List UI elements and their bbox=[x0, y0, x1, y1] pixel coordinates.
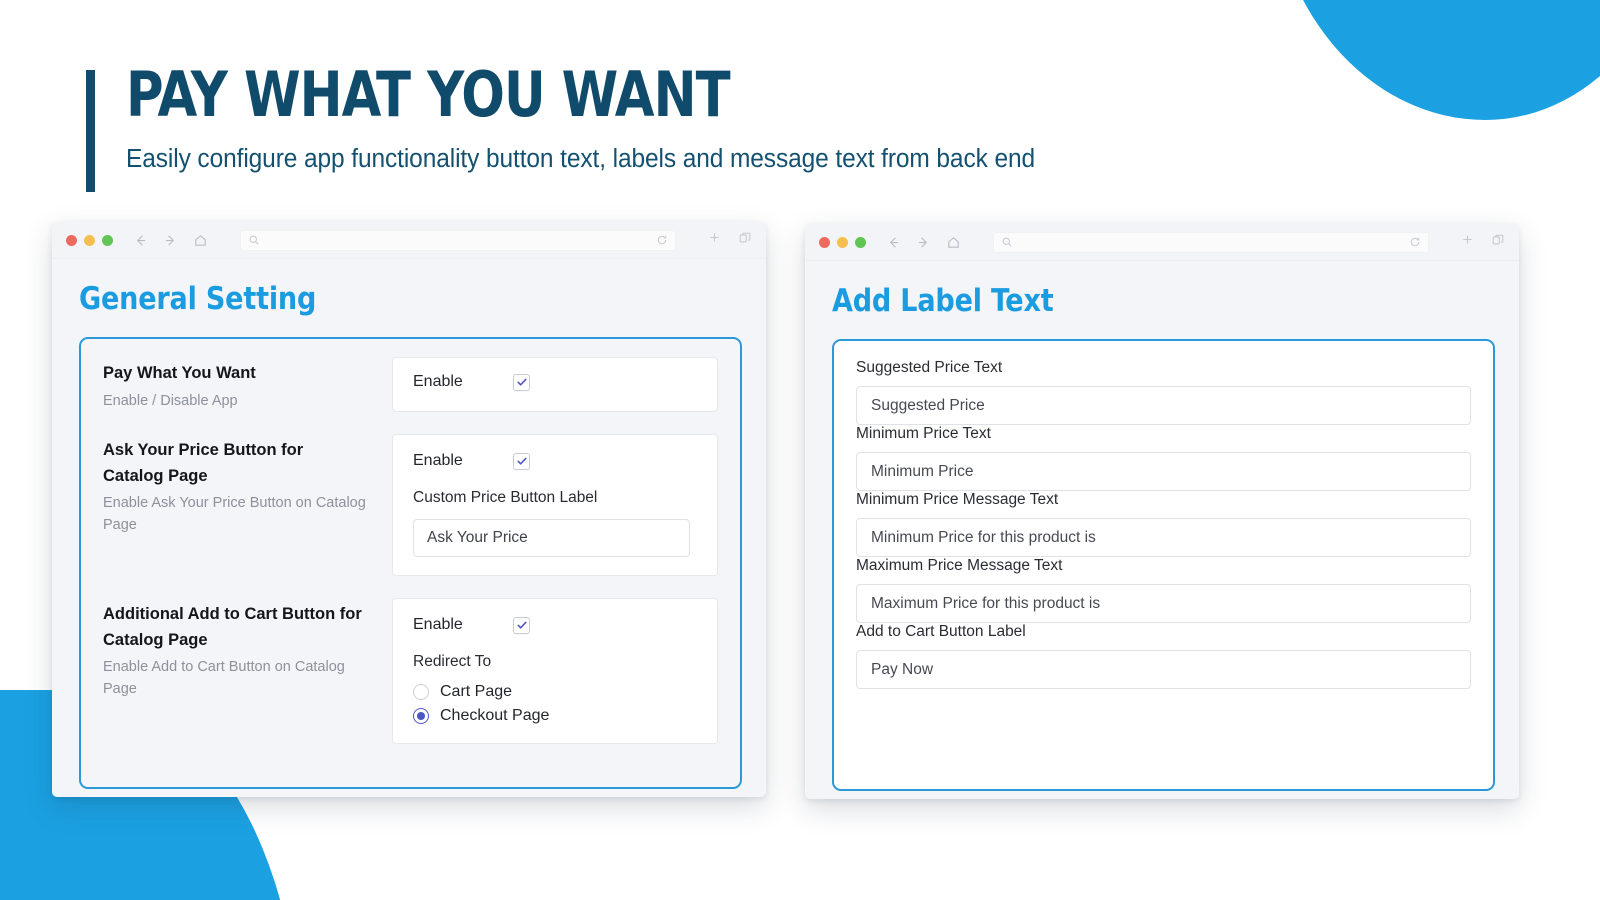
search-icon bbox=[1001, 236, 1013, 248]
duplicate-window-icon[interactable] bbox=[738, 231, 752, 250]
setting-description: Enable Ask Your Price Button on Catalog … bbox=[103, 495, 366, 533]
header-accent-bar bbox=[86, 70, 95, 192]
setting-name: Ask Your Price Button for Catalog Page bbox=[103, 441, 304, 485]
page-subtitle: Easily configure app functionality butto… bbox=[126, 145, 1036, 174]
setting-row: Ask Your Price Button for Catalog Page E… bbox=[103, 434, 718, 577]
radio-checkout-page[interactable] bbox=[413, 708, 429, 725]
duplicate-window-icon[interactable] bbox=[1491, 233, 1505, 252]
page-header: PAY WHAT YOU WANT Easily configure app f… bbox=[86, 58, 1073, 192]
browser-chrome-right bbox=[805, 224, 1519, 261]
redirect-to-label: Redirect To bbox=[413, 653, 492, 671]
setting-label-group: Ask Your Price Button for Catalog Page E… bbox=[103, 434, 367, 576]
custom-price-button-label: Custom Price Button Label bbox=[413, 489, 598, 507]
setting-name: Pay What You Want bbox=[103, 364, 256, 382]
plus-icon[interactable] bbox=[1461, 233, 1474, 251]
label-field-group: Add to Cart Button Label Pay Now bbox=[856, 623, 1471, 689]
close-window-button[interactable] bbox=[66, 234, 77, 246]
enable-checkbox[interactable] bbox=[513, 452, 530, 470]
setting-control-box: Enable Redirect To Cart Page Checkout Pa… bbox=[392, 598, 718, 745]
maximize-window-button[interactable] bbox=[102, 234, 113, 246]
back-arrow-icon[interactable] bbox=[133, 233, 148, 248]
chrome-right-actions bbox=[708, 231, 752, 250]
decorative-blob-top-right bbox=[1270, 0, 1600, 120]
minimize-window-button[interactable] bbox=[84, 234, 95, 246]
add-to-cart-button-label-label: Add to Cart Button Label bbox=[856, 623, 1026, 640]
minimum-price-message-text-label: Minimum Price Message Text bbox=[856, 491, 1059, 508]
setting-label-group: Pay What You Want Enable / Disable App bbox=[103, 357, 367, 412]
suggested-price-text-label: Suggested Price Text bbox=[856, 359, 1003, 376]
browser-window-general-setting: General Setting Pay What You Want Enable… bbox=[52, 222, 766, 797]
nav-buttons bbox=[886, 235, 961, 250]
traffic-lights bbox=[819, 236, 866, 248]
enable-label: Enable bbox=[413, 373, 463, 390]
minimum-price-text-label: Minimum Price Text bbox=[856, 425, 991, 442]
maximum-price-message-text-label: Maximum Price Message Text bbox=[856, 557, 1063, 574]
minimum-price-message-text-input[interactable]: Minimum Price for this product is bbox=[856, 518, 1471, 557]
traffic-lights bbox=[66, 234, 113, 246]
radio-label-cart-page: Cart Page bbox=[440, 683, 513, 701]
add-label-text-heading: Add Label Text bbox=[832, 283, 1054, 319]
enable-toggle-row: Enable bbox=[413, 373, 697, 391]
setting-description: Enable / Disable App bbox=[103, 392, 238, 409]
label-field-group: Suggested Price Text Suggested Price bbox=[856, 359, 1471, 425]
browser-window-add-label-text: Add Label Text Suggested Price Text Sugg… bbox=[805, 224, 1519, 799]
reload-icon[interactable] bbox=[656, 234, 668, 246]
radio-option-checkout-page[interactable]: Checkout Page bbox=[413, 707, 697, 725]
home-icon[interactable] bbox=[193, 233, 208, 248]
page-content-right: Add Label Text Suggested Price Text Sugg… bbox=[805, 261, 1519, 799]
enable-checkbox[interactable] bbox=[513, 373, 530, 391]
page-title: PAY WHAT YOU WANT bbox=[126, 58, 731, 131]
redirect-to-radio-group: Cart Page Checkout Page bbox=[413, 683, 697, 725]
general-setting-heading: General Setting bbox=[79, 281, 317, 317]
address-bar[interactable] bbox=[240, 229, 676, 251]
forward-arrow-icon[interactable] bbox=[916, 235, 931, 250]
label-field-group: Maximum Price Message Text Maximum Price… bbox=[856, 557, 1471, 623]
suggested-price-text-input[interactable]: Suggested Price bbox=[856, 386, 1471, 425]
page-content-left: General Setting Pay What You Want Enable… bbox=[52, 259, 766, 797]
add-label-text-card: Suggested Price Text Suggested Price Min… bbox=[832, 339, 1495, 791]
close-window-button[interactable] bbox=[819, 236, 830, 248]
search-icon bbox=[248, 234, 260, 246]
enable-label: Enable bbox=[413, 452, 463, 470]
enable-label: Enable bbox=[413, 616, 463, 634]
setting-label-group: Additional Add to Cart Button for Catalo… bbox=[103, 598, 367, 744]
custom-price-button-input[interactable]: Ask Your Price bbox=[413, 519, 690, 558]
setting-name: Additional Add to Cart Button for Catalo… bbox=[103, 605, 362, 649]
maximum-price-message-text-input[interactable]: Maximum Price for this product is bbox=[856, 584, 1471, 623]
setting-control-box: Enable Custom Price Button Label Ask You… bbox=[392, 434, 718, 577]
forward-arrow-icon[interactable] bbox=[163, 233, 178, 248]
add-to-cart-button-label-input[interactable]: Pay Now bbox=[856, 650, 1471, 689]
plus-icon[interactable] bbox=[708, 231, 721, 249]
minimize-window-button[interactable] bbox=[837, 236, 848, 248]
reload-icon[interactable] bbox=[1409, 236, 1421, 248]
nav-buttons bbox=[133, 233, 208, 248]
label-field-group: Minimum Price Text Minimum Price bbox=[856, 425, 1471, 491]
minimum-price-text-input[interactable]: Minimum Price bbox=[856, 452, 1471, 491]
radio-cart-page[interactable] bbox=[413, 684, 429, 701]
browser-chrome-left bbox=[52, 222, 766, 259]
setting-row: Pay What You Want Enable / Disable App E… bbox=[103, 357, 718, 413]
label-field-group: Minimum Price Message Text Minimum Price… bbox=[856, 491, 1471, 557]
home-icon[interactable] bbox=[946, 235, 961, 250]
enable-toggle-row: Enable bbox=[413, 616, 697, 634]
chrome-right-actions bbox=[1461, 233, 1505, 252]
setting-description: Enable Add to Cart Button on Catalog Pag… bbox=[103, 659, 345, 697]
general-setting-card: Pay What You Want Enable / Disable App E… bbox=[79, 337, 742, 789]
setting-control-box: Enable bbox=[392, 357, 718, 413]
maximize-window-button[interactable] bbox=[855, 236, 866, 248]
back-arrow-icon[interactable] bbox=[886, 235, 901, 250]
setting-row: Additional Add to Cart Button for Catalo… bbox=[103, 598, 718, 745]
radio-label-checkout-page: Checkout Page bbox=[440, 707, 550, 725]
address-bar[interactable] bbox=[993, 231, 1429, 253]
enable-toggle-row: Enable bbox=[413, 452, 697, 470]
enable-checkbox[interactable] bbox=[513, 616, 530, 634]
radio-option-cart-page[interactable]: Cart Page bbox=[413, 683, 697, 701]
